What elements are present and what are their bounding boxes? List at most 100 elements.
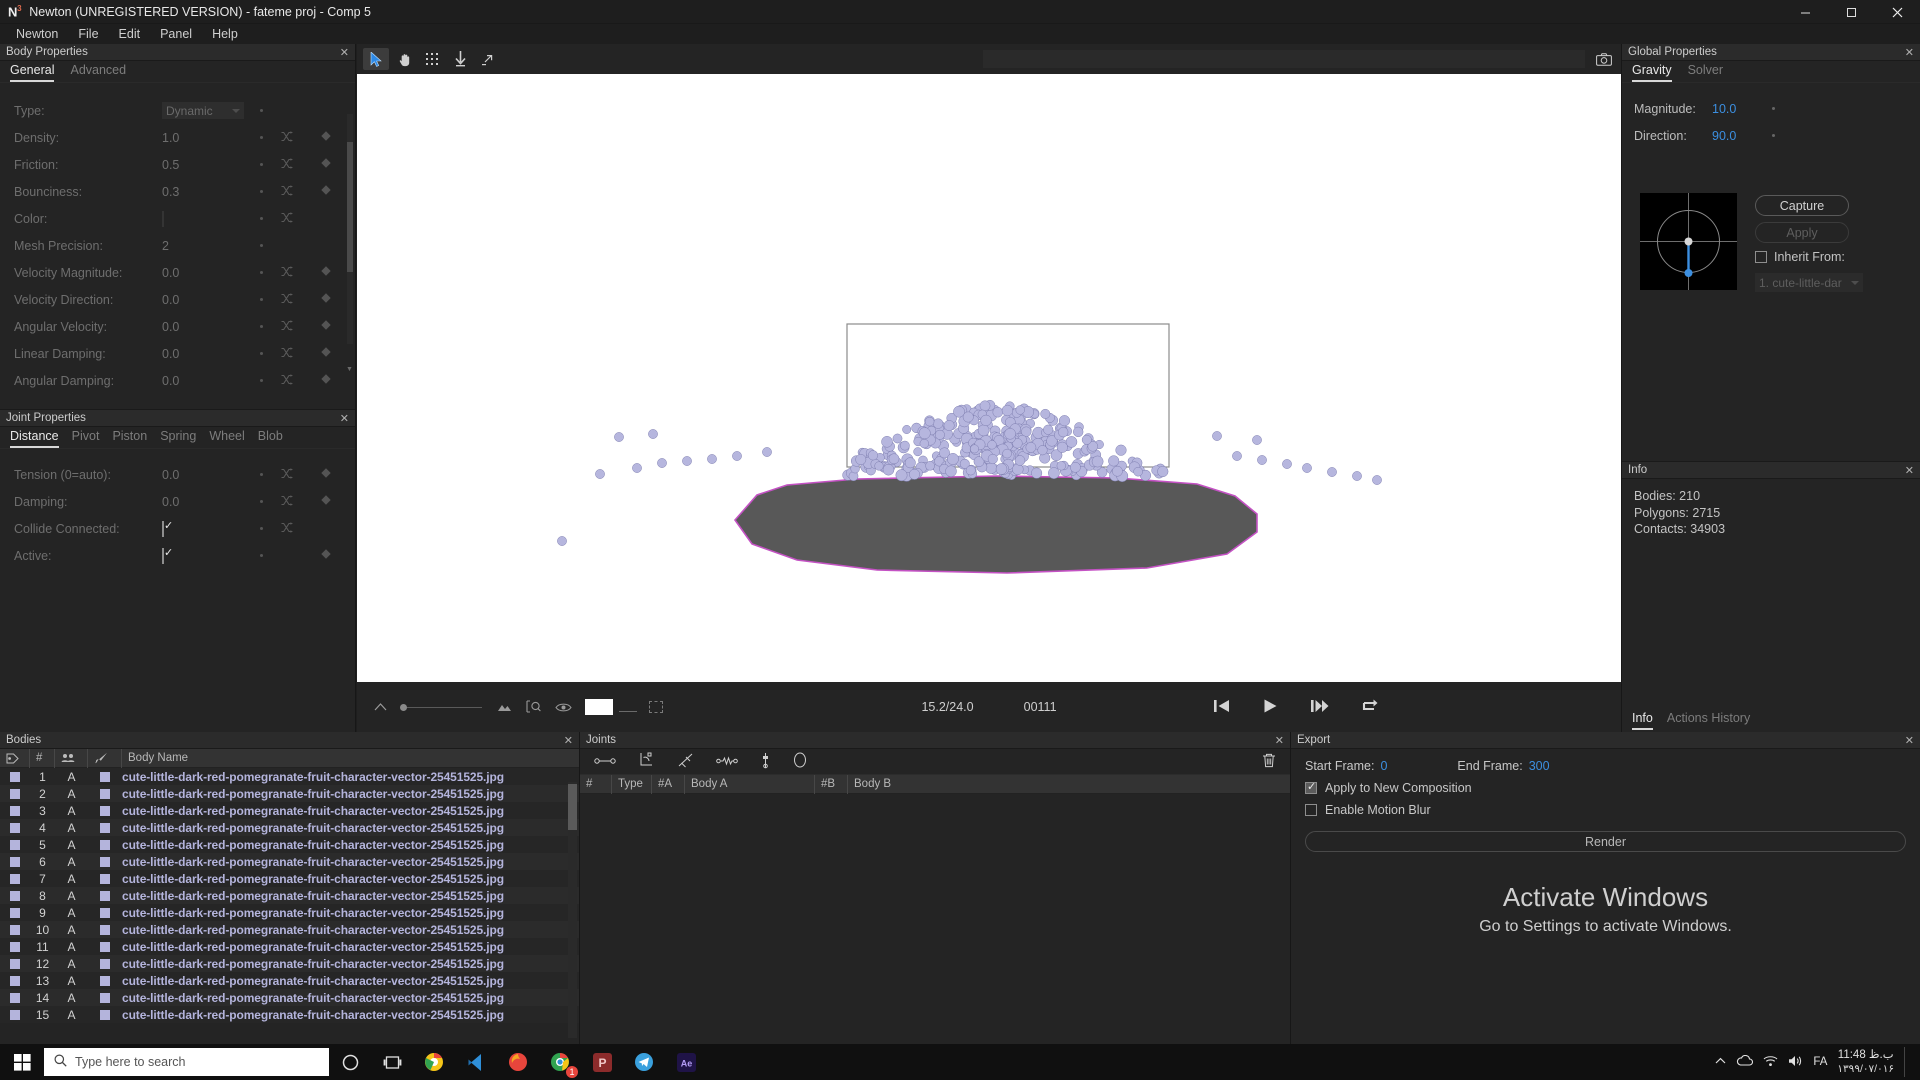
- table-row[interactable]: 10 Acute-little-dark-red-pomegranate-frui…: [0, 921, 579, 938]
- row-color-swatch[interactable]: [88, 975, 122, 986]
- table-row[interactable]: 2 Acute-little-dark-red-pomegranate-fruit…: [0, 785, 579, 802]
- windows-start-icon[interactable]: [0, 1044, 44, 1080]
- randomize-icon[interactable]: [281, 157, 307, 172]
- joints-col-num[interactable]: #: [580, 774, 612, 794]
- piston-joint-tool-icon[interactable]: [677, 752, 694, 771]
- row-visibility-swatch[interactable]: [0, 788, 30, 799]
- bodies-scrollbar[interactable]: [568, 782, 577, 1038]
- randomize-icon[interactable]: [281, 130, 307, 145]
- row-visibility-swatch[interactable]: [0, 992, 30, 1003]
- property-value[interactable]: 2: [162, 239, 254, 253]
- table-row[interactable]: 4 Acute-little-dark-red-pomegranate-fruit…: [0, 819, 579, 836]
- joints-col-type[interactable]: Type: [612, 774, 652, 794]
- after-effects-icon[interactable]: Ae: [665, 1044, 707, 1080]
- start-frame-value[interactable]: 0: [1380, 759, 1387, 773]
- table-row[interactable]: 7 Acute-little-dark-red-pomegranate-fruit…: [0, 870, 579, 887]
- property-value[interactable]: 0.0: [162, 468, 254, 482]
- keyframe-diamond-icon[interactable]: [321, 347, 331, 360]
- tab-advanced[interactable]: Advanced: [70, 63, 126, 82]
- joints-panel-close-icon[interactable]: ✕: [1275, 734, 1284, 747]
- expand-view-tool-icon[interactable]: [475, 48, 501, 70]
- background-icon[interactable]: [497, 702, 512, 713]
- menu-newton[interactable]: Newton: [6, 25, 68, 43]
- go-to-start-button[interactable]: [1213, 698, 1231, 717]
- randomize-icon[interactable]: [281, 184, 307, 199]
- keyframe-diamond-icon[interactable]: [321, 293, 331, 306]
- grid-toggle-icon[interactable]: [649, 701, 663, 713]
- menu-help[interactable]: Help: [202, 25, 248, 43]
- row-visibility-swatch[interactable]: [0, 924, 30, 935]
- photoshop-icon[interactable]: P: [581, 1044, 623, 1080]
- property-value[interactable]: 0.0: [162, 293, 254, 307]
- keyframe-diamond-icon[interactable]: [321, 320, 331, 333]
- minimize-button[interactable]: [1782, 0, 1828, 24]
- pivot-joint-tool-icon[interactable]: [638, 752, 655, 771]
- row-color-swatch[interactable]: [88, 771, 122, 782]
- capture-button[interactable]: Capture: [1755, 195, 1849, 216]
- property-checkbox[interactable]: [162, 547, 164, 564]
- randomize-icon[interactable]: [281, 211, 307, 226]
- keyframe-diamond-icon[interactable]: [321, 131, 331, 144]
- property-value[interactable]: 0.3: [162, 185, 254, 199]
- trash-icon[interactable]: [1262, 753, 1276, 771]
- property-value[interactable]: 0.0: [162, 374, 254, 388]
- row-color-swatch[interactable]: [88, 890, 122, 901]
- row-group[interactable]: A: [55, 872, 88, 886]
- table-row[interactable]: 13 Acute-little-dark-red-pomegranate-frui…: [0, 972, 579, 989]
- randomize-icon[interactable]: [281, 494, 307, 509]
- direction-value[interactable]: 90.0: [1712, 129, 1772, 143]
- global-properties-close-icon[interactable]: ✕: [1905, 46, 1914, 59]
- table-row[interactable]: 14 Acute-little-dark-red-pomegranate-frui…: [0, 989, 579, 1006]
- row-group[interactable]: A: [55, 855, 88, 869]
- wheel-joint-tool-icon[interactable]: [760, 752, 771, 772]
- taskbar-clock[interactable]: 11:48 ب.ظ ۱۳۹۹/۰۷/۰۱۶: [1837, 1048, 1894, 1077]
- row-color-swatch[interactable]: [88, 822, 122, 833]
- tag-icon[interactable]: [0, 748, 30, 768]
- row-group[interactable]: A: [55, 889, 88, 903]
- property-value[interactable]: 0.5: [162, 158, 254, 172]
- randomize-icon[interactable]: [281, 346, 307, 361]
- playback-speed-icon[interactable]: [374, 702, 387, 712]
- keyframe-diamond-icon[interactable]: [321, 468, 331, 481]
- keyframe-diamond-icon[interactable]: [321, 185, 331, 198]
- row-group[interactable]: A: [55, 974, 88, 988]
- row-color-swatch[interactable]: [88, 941, 122, 952]
- joint-tab-spring[interactable]: Spring: [160, 429, 196, 448]
- telegram-icon[interactable]: [623, 1044, 665, 1080]
- row-visibility-swatch[interactable]: [0, 771, 30, 782]
- spring-joint-tool-icon[interactable]: [716, 754, 738, 769]
- randomize-icon[interactable]: [281, 467, 307, 482]
- taskbar-search-input[interactable]: Type here to search: [44, 1048, 329, 1076]
- loop-button[interactable]: [1361, 698, 1381, 717]
- row-visibility-swatch[interactable]: [0, 805, 30, 816]
- marquee-select-tool-icon[interactable]: [419, 48, 445, 70]
- property-checkbox[interactable]: [162, 520, 164, 537]
- row-visibility-swatch[interactable]: [0, 958, 30, 969]
- row-visibility-swatch[interactable]: [0, 822, 30, 833]
- menu-file[interactable]: File: [68, 25, 108, 43]
- row-color-swatch[interactable]: [88, 839, 122, 850]
- keyframe-diamond-icon[interactable]: [321, 266, 331, 279]
- row-group[interactable]: A: [55, 991, 88, 1005]
- row-group[interactable]: A: [55, 838, 88, 852]
- row-group[interactable]: A: [55, 821, 88, 835]
- randomize-icon[interactable]: [281, 319, 307, 334]
- row-group[interactable]: A: [55, 770, 88, 784]
- table-row[interactable]: 9 Acute-little-dark-red-pomegranate-fruit…: [0, 904, 579, 921]
- joints-col-num-a[interactable]: #A: [652, 774, 685, 794]
- inherit-from-checkbox[interactable]: [1755, 251, 1767, 263]
- row-group[interactable]: A: [55, 957, 88, 971]
- randomize-icon[interactable]: [281, 265, 307, 280]
- select-arrow-tool-icon[interactable]: [363, 48, 389, 70]
- row-group[interactable]: A: [55, 940, 88, 954]
- tab-solver[interactable]: Solver: [1688, 63, 1723, 82]
- randomize-icon[interactable]: [281, 292, 307, 307]
- chrome-icon[interactable]: 1: [539, 1044, 581, 1080]
- row-color-swatch[interactable]: [88, 856, 122, 867]
- tab-general[interactable]: General: [10, 63, 55, 82]
- export-panel-close-icon[interactable]: ✕: [1905, 734, 1914, 747]
- row-color-swatch[interactable]: [88, 907, 122, 918]
- distance-joint-tool-icon[interactable]: [594, 754, 616, 769]
- keyframe-diamond-icon[interactable]: [321, 495, 331, 508]
- apply-new-composition-row[interactable]: Apply to New Composition: [1291, 777, 1920, 799]
